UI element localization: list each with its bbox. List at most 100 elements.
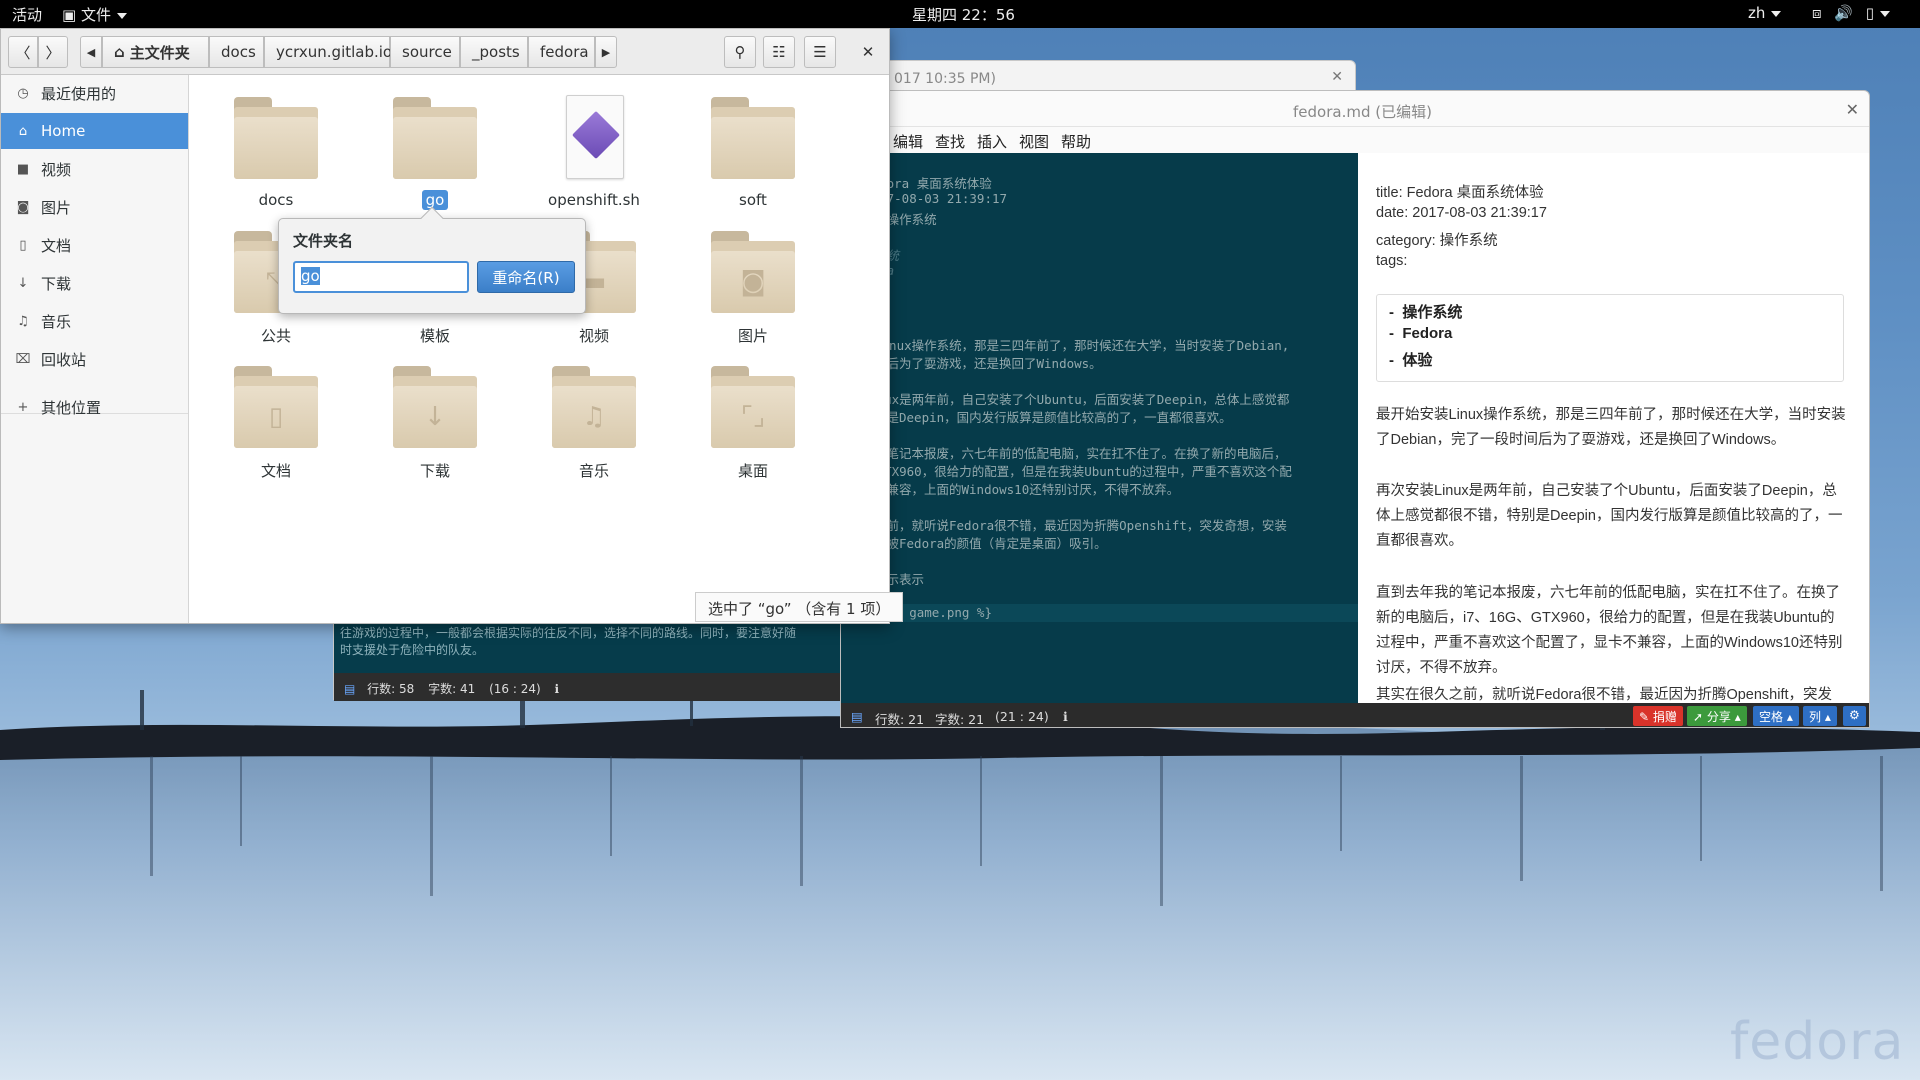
home-icon: ⌂	[18, 123, 28, 139]
menu-view[interactable]: 视图	[1019, 131, 1049, 152]
breadcrumb-home[interactable]: ⌂ 主文件夹	[102, 36, 209, 68]
system-menu[interactable]: ⧈ 🔊 ▯	[1812, 4, 1891, 22]
sidebar-item-recent[interactable]: ◷ 最近使用的	[1, 75, 188, 111]
sidebar-item-music[interactable]: ♫ 音乐	[1, 303, 188, 339]
file-name: 文档	[260, 462, 291, 480]
breadcrumb-fedora[interactable]: fedora	[528, 36, 595, 68]
settings-icon[interactable]: ⚙	[1843, 706, 1866, 726]
file-name: 下载	[419, 462, 450, 480]
sidebar-item-videos[interactable]: ■ 视频	[1, 151, 188, 187]
file-manager-headerbar[interactable]: 〈 〉 ◀ ⌂ 主文件夹 docs ycrxun.gitlab.io source…	[1, 29, 889, 75]
sidebar-toggle-icon[interactable]: ▤	[851, 709, 863, 724]
app-menu-label: 文件	[80, 6, 111, 24]
breadcrumb-label: fedora	[540, 43, 589, 61]
close-icon: ✕	[861, 43, 875, 61]
char-count: 字数: 41	[428, 682, 476, 696]
chevron-right-icon: 〉	[45, 43, 61, 62]
folder-icon	[393, 97, 477, 179]
code-line: 6G、GTX960，很给力的配置，但是在我装Ubuntu的过程中，严重不喜欢这个…	[849, 464, 1292, 479]
file-manager-window[interactable]: 〈 〉 ◀ ⌂ 主文件夹 docs ycrxun.gitlab.io source…	[0, 28, 904, 624]
network-icon: ⧈	[1812, 4, 1822, 22]
activities-button[interactable]: 活动	[12, 4, 42, 25]
editor-titlebar[interactable]: fedora.md (已编辑) ✕	[841, 91, 1869, 127]
char-count: 字数: 21	[935, 712, 985, 727]
sidebar-item-downloads[interactable]: ↓ 下载	[1, 265, 188, 301]
back-button[interactable]: 〈	[8, 36, 38, 68]
input-method[interactable]: zh	[1748, 4, 1782, 22]
file-name: 视频	[578, 327, 609, 345]
menu-button[interactable]: ☰	[804, 36, 836, 68]
file-name: 图片	[737, 327, 768, 345]
back-status-bar: ▤ 行数: 58 字数: 41 (16 : 24) ℹ	[334, 673, 844, 701]
video-icon: ■	[16, 161, 30, 177]
indent-button[interactable]: 空格 ▴	[1753, 706, 1799, 726]
file-openshift-sh[interactable]: openshift.sh	[519, 95, 669, 215]
triangle-left-icon: ◀	[86, 45, 96, 59]
documents-folder-icon: ▯	[234, 366, 318, 448]
folder-soft[interactable]: soft	[678, 97, 828, 217]
back-code-pane[interactable]: 往游戏的过程中，一般都会根据实际的往反不同，选择不同的路线。同时，要注意好随 时…	[334, 621, 844, 673]
folder-name-input[interactable]: go	[293, 261, 469, 293]
breadcrumb-scroll-right[interactable]: ▶	[595, 36, 617, 68]
close-icon[interactable]: ✕	[1331, 69, 1343, 85]
input-method-label: zh	[1748, 4, 1766, 22]
search-button[interactable]: ⚲	[724, 36, 756, 68]
view-toggle-button[interactable]: ☷	[763, 36, 795, 68]
menu-edit[interactable]: 编辑	[893, 131, 923, 152]
code-line: 显卡不兼容，上面的Windows10还特别讨厌，不得不放弃。	[849, 482, 1180, 497]
close-icon[interactable]: ✕	[1846, 100, 1859, 119]
plus-icon: +	[17, 399, 29, 415]
menu-find[interactable]: 查找	[935, 131, 965, 152]
download-icon: ↓	[17, 275, 29, 291]
folder-music[interactable]: ♫ 音乐	[519, 366, 669, 486]
folder-desktop[interactable]: ⌜⌟ 桌面	[678, 366, 828, 486]
list-item: - Fedora	[1389, 325, 1453, 342]
breadcrumb-ycrxun[interactable]: ycrxun.gitlab.io	[264, 36, 392, 68]
folder-downloads[interactable]: ↓ 下载	[360, 366, 510, 486]
code-line: 安装Linux操作系统，那是三四年前了，那时候还在大学，当时安装了Debian,	[849, 338, 1290, 353]
breadcrumb-docs[interactable]: docs	[209, 36, 264, 68]
folder-docs[interactable]: docs	[201, 97, 351, 217]
clock[interactable]: 星期四 22：56	[912, 4, 1015, 25]
markdown-preview-pane[interactable]: title: Fedora 桌面系统体验 date: 2017-08-03 21…	[1358, 153, 1869, 703]
donate-button[interactable]: ✎ 捐赠	[1633, 706, 1683, 726]
info-icon[interactable]: ℹ	[555, 682, 560, 696]
forward-button[interactable]: 〉	[38, 36, 68, 68]
folder-pictures[interactable]: ◙ 图片	[678, 231, 828, 351]
desktop-folder-icon: ⌜⌟	[711, 366, 795, 448]
info-icon[interactable]: ℹ	[1063, 709, 1068, 724]
close-button[interactable]: ✕	[853, 36, 883, 68]
home-icon: ⌂	[114, 43, 125, 61]
preview-date-line: date: 2017-08-03 21:39:17	[1376, 205, 1547, 221]
menu-help[interactable]: 帮助	[1061, 131, 1091, 152]
breadcrumb-label: source	[402, 43, 452, 61]
sidebar-item-other-locations[interactable]: + 其他位置	[1, 389, 188, 425]
file-name: soft	[739, 191, 767, 209]
share-button[interactable]: ➚ 分享 ▴	[1687, 706, 1747, 726]
sidebar-item-documents[interactable]: ▯ 文档	[1, 227, 188, 263]
app-menu[interactable]: ▣ 文件	[62, 4, 127, 25]
line-count: 行数: 58	[367, 682, 415, 696]
sidebar-item-pictures[interactable]: ◙ 图片	[1, 189, 188, 225]
column-button[interactable]: 列 ▴	[1803, 706, 1837, 726]
script-file-icon	[566, 95, 624, 179]
sidebar-item-label: 文档	[41, 236, 72, 255]
search-icon: ⚲	[734, 43, 746, 61]
markdown-editor-window[interactable]: fedora.md (已编辑) ✕ 编辑 查找 插入 视图 帮助 : Fedor…	[840, 90, 1870, 728]
rename-button[interactable]: 重命名(R)	[477, 261, 575, 293]
sidebar-item-home[interactable]: ⌂ Home	[1, 113, 188, 149]
battery-icon: ▯	[1865, 4, 1875, 22]
markdown-source-pane[interactable]: : Fedora 桌面系统体验: 2017-08-03 21:39:17 ory:…	[841, 153, 1358, 703]
breadcrumb-source[interactable]: source	[390, 36, 460, 68]
folder-documents[interactable]: ▯ 文档	[201, 366, 351, 486]
sidebar-item-trash[interactable]: ⌧ 回收站	[1, 341, 188, 377]
breadcrumb-scroll-left[interactable]: ◀	[80, 36, 102, 68]
sidebar-toggle-icon[interactable]: ▤	[344, 682, 355, 696]
folder-go[interactable]: go	[360, 97, 510, 217]
sidebar-item-label: 下载	[41, 274, 72, 293]
code-line: ，特别是Deepin，国内发行版算是颜值比较高的了，一直都很喜欢。	[849, 410, 1232, 425]
menu-insert[interactable]: 插入	[977, 131, 1007, 152]
desktop-wallpaper	[0, 690, 1920, 1080]
folder-name-value: go	[301, 267, 320, 285]
breadcrumb-posts[interactable]: _posts	[460, 36, 528, 68]
